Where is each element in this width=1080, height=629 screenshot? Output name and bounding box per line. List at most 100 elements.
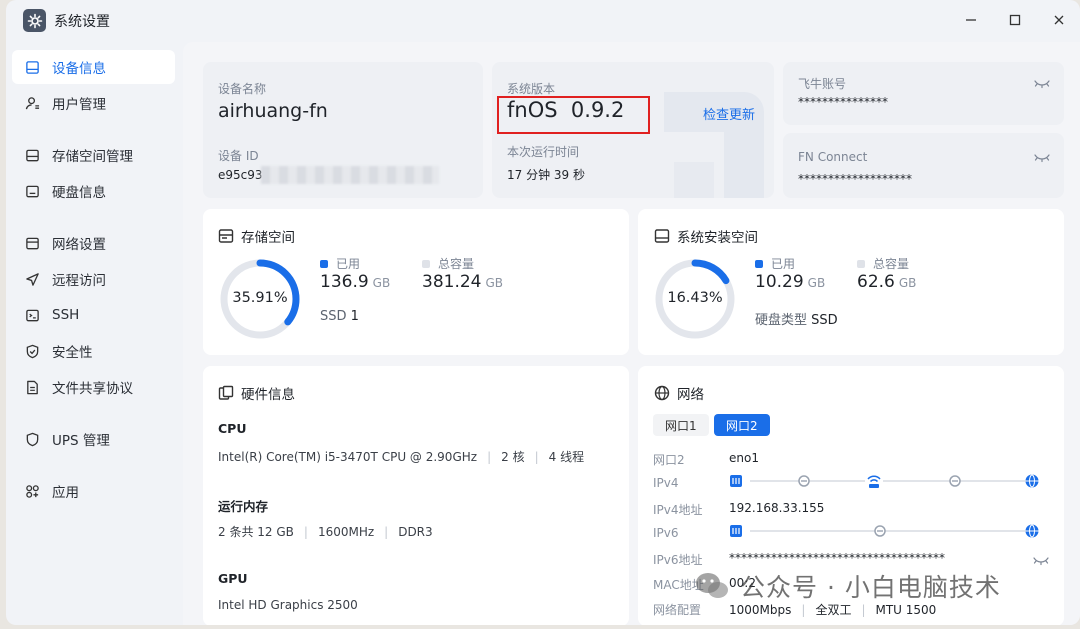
user-icon bbox=[24, 95, 40, 111]
ipv4-topology bbox=[730, 473, 1039, 489]
ipv4-label: IPv4 bbox=[653, 476, 679, 490]
sidebar-item-label: 设备信息 bbox=[52, 61, 106, 77]
storage-disk-type: SSD bbox=[320, 309, 347, 324]
fn-connect-label: FN Connect bbox=[798, 150, 868, 164]
sidebar-item-network-settings[interactable]: 网络设置 bbox=[12, 226, 175, 260]
feiniu-account-value: *************** bbox=[798, 95, 888, 109]
uptime-value: 17 分钟 39 秒 bbox=[507, 168, 585, 182]
sidebar-item-label: 安全性 bbox=[52, 345, 93, 361]
port-value: eno1 bbox=[729, 451, 759, 465]
window-title: 系统设置 bbox=[54, 14, 110, 30]
sidebar-item-label: 用户管理 bbox=[52, 97, 106, 113]
memory-label: 运行内存 bbox=[218, 499, 269, 514]
system-space-percent: 16.43% bbox=[667, 290, 723, 306]
device-info-icon bbox=[24, 59, 40, 75]
sidebar-item-label: 网络设置 bbox=[52, 237, 106, 253]
sidebar-item-ssh[interactable]: SSH bbox=[12, 298, 175, 332]
close-button[interactable] bbox=[1049, 10, 1069, 30]
check-update-link[interactable]: 检查更新 bbox=[703, 104, 755, 123]
storage-used-legend: 已用 bbox=[320, 255, 360, 272]
eye-closed-icon[interactable] bbox=[1034, 79, 1050, 89]
settings-window: 系统设置 设备信息 用户管理 存储空间管理 硬盘信息 网络设置 远程访问 SSH… bbox=[6, 0, 1080, 625]
remote-icon bbox=[24, 271, 40, 287]
storage-total-unit: GB bbox=[485, 276, 504, 290]
ups-icon bbox=[24, 431, 40, 447]
sidebar-item-ups[interactable]: UPS 管理 bbox=[12, 422, 175, 456]
system-total-value: 62.6 GB bbox=[857, 272, 916, 292]
minimize-button[interactable] bbox=[961, 10, 981, 30]
sidebar-item-storage-management[interactable]: 存储空间管理 bbox=[12, 138, 175, 172]
gpu-model: Intel HD Graphics 2500 bbox=[218, 598, 358, 612]
tab-port-1[interactable]: 网口1 bbox=[653, 414, 709, 436]
total-legend-swatch bbox=[422, 260, 430, 268]
sidebar-item-label: SSH bbox=[52, 307, 80, 323]
globe-icon bbox=[654, 385, 670, 401]
feiniu-account-card: 飞牛账号 *************** bbox=[783, 62, 1064, 125]
fn-connect-value: ******************* bbox=[798, 172, 912, 186]
tab-port-2[interactable]: 网口2 bbox=[714, 414, 770, 436]
version-highlight-box bbox=[497, 96, 650, 134]
storage-used-label: 已用 bbox=[336, 257, 361, 271]
storage-card: 存储空间 35.91% 已用 136.9 GB 总容量 381.24 GB SSD … bbox=[203, 209, 629, 355]
sidebar-item-apps[interactable]: 应用 bbox=[12, 474, 175, 508]
ssh-icon bbox=[24, 307, 40, 323]
storage-percent: 35.91% bbox=[232, 290, 288, 306]
memory-frequency: 1600MHz bbox=[317, 525, 375, 539]
storage-total-label: 总容量 bbox=[438, 257, 475, 271]
system-space-title-text: 系统安装空间 bbox=[677, 230, 758, 246]
hardware-card: 硬件信息 CPU Intel(R) Core(TM) i5-3470T CPU … bbox=[203, 366, 629, 625]
system-disk-icon bbox=[654, 229, 670, 243]
sidebar-item-label: 文件共享协议 bbox=[52, 381, 133, 397]
sidebar-item-label: 应用 bbox=[52, 485, 79, 501]
sidebar-item-label: 硬盘信息 bbox=[52, 185, 106, 201]
shield-icon bbox=[24, 343, 40, 359]
device-id-label: 设备 ID bbox=[218, 149, 259, 163]
device-name-label: 设备名称 bbox=[218, 82, 267, 96]
cpu-threads: 4 线程 bbox=[548, 450, 585, 464]
cpu-specs: Intel(R) Core(TM) i5-3470T CPU @ 2.90GHz… bbox=[218, 450, 585, 464]
ipv4-address-label: IPv4地址 bbox=[653, 503, 703, 517]
ipv6-label: IPv6 bbox=[653, 526, 679, 540]
sidebar-item-file-sharing[interactable]: 文件共享协议 bbox=[12, 370, 175, 404]
sidebar-item-device-info[interactable]: 设备信息 bbox=[12, 50, 175, 84]
uptime-label: 本次运行时间 bbox=[507, 145, 580, 159]
storage-used-unit: GB bbox=[372, 276, 391, 290]
system-disk-type: 硬盘类型 SSD bbox=[755, 309, 838, 328]
memory-type: DDR3 bbox=[398, 525, 433, 539]
watermark-text: 公众号 · 小白电脑技术 bbox=[740, 573, 1001, 602]
eye-closed-icon[interactable] bbox=[1034, 153, 1050, 163]
sidebar-item-user-management[interactable]: 用户管理 bbox=[12, 86, 175, 120]
card-watermark-graphic bbox=[664, 92, 764, 198]
system-used-legend: 已用 bbox=[755, 255, 795, 272]
fn-connect-card: FN Connect ******************* bbox=[783, 133, 1064, 198]
minimize-icon bbox=[966, 19, 976, 21]
sidebar-item-security[interactable]: 安全性 bbox=[12, 334, 175, 368]
port-label: 网口2 bbox=[653, 453, 685, 467]
system-total-legend: 总容量 bbox=[857, 255, 909, 272]
memory-specs: 2 条共 12 GB | 1600MHz | DDR3 bbox=[218, 525, 433, 539]
storage-disk-count: 1 bbox=[350, 309, 359, 324]
network-title-text: 网络 bbox=[677, 387, 704, 403]
close-icon bbox=[1054, 15, 1064, 25]
main-content: 设备名称 airhuang-fn 设备 ID e95c93 系统版本 fnOS … bbox=[183, 42, 1080, 625]
storage-disk-summary: SSD 1 bbox=[320, 309, 359, 324]
ipv4-address: 192.168.33.155 bbox=[729, 501, 825, 515]
system-used-number: 10.29 bbox=[755, 272, 804, 292]
used-legend-swatch bbox=[320, 260, 328, 268]
system-space-title: 系统安装空间 bbox=[654, 226, 758, 246]
hardware-title: 硬件信息 bbox=[218, 383, 295, 403]
system-total-label: 总容量 bbox=[873, 257, 910, 271]
storage-used-value: 136.9 GB bbox=[320, 272, 390, 292]
maximize-button[interactable] bbox=[1005, 10, 1025, 30]
title-bar: 系统设置 bbox=[6, 0, 1080, 42]
file-share-icon bbox=[24, 379, 40, 395]
sidebar-item-remote-access[interactable]: 远程访问 bbox=[12, 262, 175, 296]
system-space-card: 系统安装空间 16.43% 已用 10.29 GB 总容量 62.6 GB 硬盘类型… bbox=[638, 209, 1064, 355]
sidebar-item-disk-info[interactable]: 硬盘信息 bbox=[12, 174, 175, 208]
sidebar: 设备信息 用户管理 存储空间管理 硬盘信息 网络设置 远程访问 SSH 安全性 bbox=[6, 46, 184, 625]
total-legend-swatch bbox=[857, 260, 865, 268]
system-total-number: 62.6 bbox=[857, 272, 895, 292]
memory-size: 2 条共 12 GB bbox=[218, 525, 294, 539]
feiniu-account-label: 飞牛账号 bbox=[798, 77, 847, 91]
hardware-title-text: 硬件信息 bbox=[241, 387, 295, 403]
